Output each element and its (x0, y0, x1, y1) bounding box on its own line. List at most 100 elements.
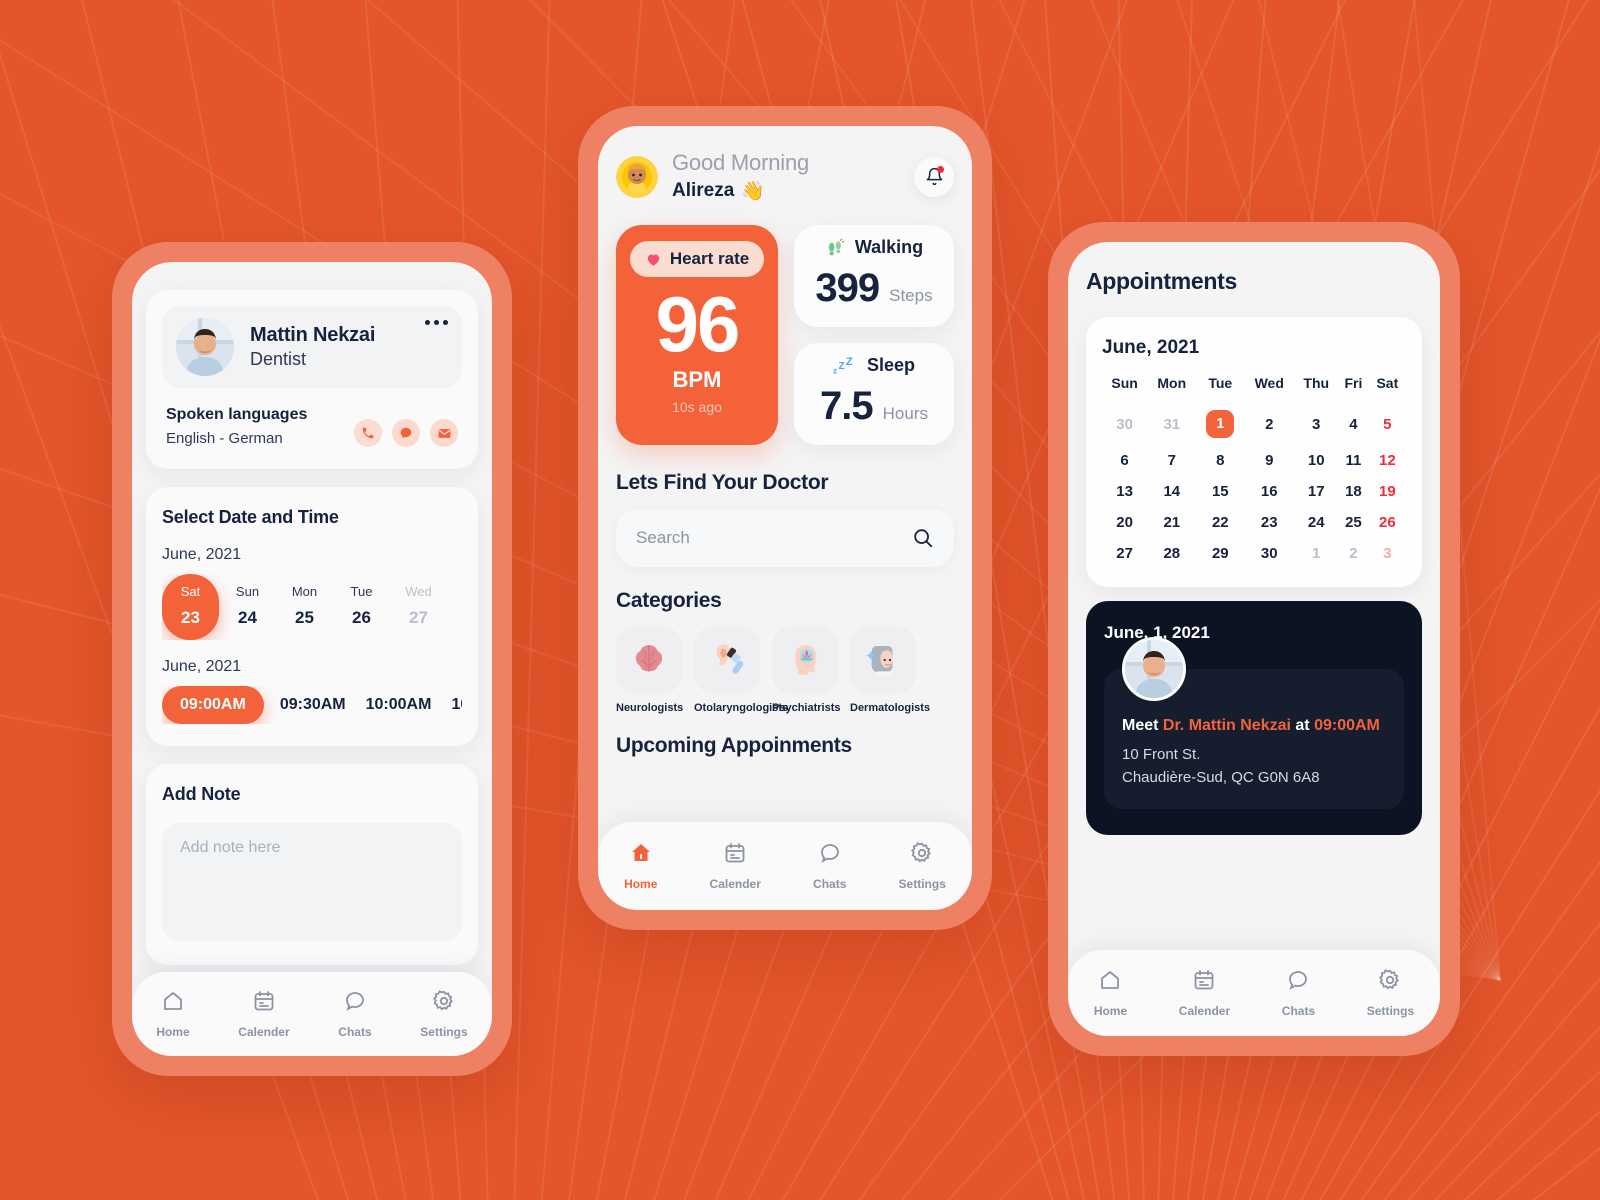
categories-list: Neurologists Otolaryngologists Psychiatris… (616, 627, 954, 714)
sleep-value: 7.5 (820, 384, 874, 428)
nav-item-chats[interactable]: Chats (1282, 968, 1315, 1018)
calendar-day-7[interactable]: 7 (1147, 445, 1196, 476)
category-otolaryngologists[interactable]: Otolaryngologists (694, 627, 788, 714)
spoken-languages-label: Spoken languages (166, 406, 308, 423)
calendar-day-4[interactable]: 4 (1338, 403, 1369, 445)
time-slot-09:00AM[interactable]: 09:00AM (162, 686, 264, 724)
day-option-23[interactable]: Sat 23 (162, 574, 219, 640)
otoscope-ear-icon (694, 627, 760, 693)
time-slot-10:00AM[interactable]: 10:00AM (362, 686, 436, 724)
walking-unit: Steps (889, 286, 933, 305)
calendar-day-3[interactable]: 3 (1369, 538, 1406, 569)
nav-item-calender[interactable]: Calender (710, 841, 761, 891)
calendar-month-label: June, 2021 (1102, 337, 1200, 358)
appointment-detail-card[interactable]: June, 1, 2021 Meet Dr. Mattin Nekzai at … (1086, 601, 1422, 835)
calendar-day-21[interactable]: 21 (1147, 507, 1196, 538)
calendar-day-26[interactable]: 26 (1369, 507, 1406, 538)
calendar-day-28[interactable]: 28 (1147, 538, 1196, 569)
category-label: Psychiatrists (772, 702, 841, 714)
day-option-25[interactable]: Mon 25 (276, 574, 333, 640)
time-month-label: June, 2021 (162, 658, 242, 675)
category-neurologists[interactable]: Neurologists (616, 627, 683, 714)
nav-item-home[interactable]: Home (156, 989, 190, 1039)
home-icon (629, 841, 653, 870)
calendar-day-1[interactable]: 1 (1294, 538, 1338, 569)
sleep-card[interactable]: z Z Z Sleep 7.5 Hours (794, 343, 954, 445)
notification-bell-button[interactable] (914, 156, 954, 197)
page-title: Appointments (1086, 268, 1237, 294)
category-dermatologists[interactable]: Dermatologists (850, 627, 930, 714)
nav-item-calender[interactable]: Calender (238, 989, 290, 1039)
nav-label: Calender (709, 877, 761, 891)
day-option-27[interactable]: Wed 27 (390, 574, 447, 640)
nav-item-settings[interactable]: Settings (420, 989, 468, 1039)
home-icon (161, 989, 185, 1018)
calendar-day-2[interactable]: 2 (1244, 403, 1294, 445)
nav-item-calender[interactable]: Calender (1179, 968, 1230, 1018)
nav-item-settings[interactable]: Settings (1367, 968, 1414, 1018)
heart-rate-card[interactable]: Heart rate 96 BPM 10s ago (616, 225, 778, 445)
calendar-day-20[interactable]: 20 (1102, 507, 1147, 538)
call-button[interactable] (354, 419, 382, 447)
svg-text:z: z (833, 365, 837, 375)
calendar-day-17[interactable]: 17 (1294, 476, 1338, 507)
user-avatar[interactable] (616, 155, 658, 198)
calendar-day-2[interactable]: 2 (1338, 538, 1369, 569)
nav-item-chats[interactable]: Chats (338, 989, 372, 1039)
calendar-day-14[interactable]: 14 (1147, 476, 1196, 507)
day-option-28[interactable]: Thu 28 (447, 574, 462, 640)
calendar-day-13[interactable]: 13 (1102, 476, 1147, 507)
calendar-day-5[interactable]: 5 (1369, 403, 1406, 445)
calendar-day-1[interactable]: 1 (1196, 403, 1244, 445)
nav-item-home[interactable]: Home (1094, 968, 1127, 1018)
doctor-role: Dentist (250, 349, 307, 369)
calendar-day-16[interactable]: 16 (1244, 476, 1294, 507)
more-horizontal-icon[interactable] (425, 320, 448, 325)
calendar-day-27[interactable]: 27 (1102, 538, 1147, 569)
calendar-day-15[interactable]: 15 (1196, 476, 1244, 507)
heart-rate-updated: 10s ago (672, 399, 722, 416)
calendar-day-29[interactable]: 29 (1196, 538, 1244, 569)
search-bar[interactable]: Search (616, 509, 954, 567)
brain-icon (616, 627, 682, 693)
calendar-day-10[interactable]: 10 (1294, 445, 1338, 476)
calendar-day-31[interactable]: 31 (1147, 403, 1196, 445)
weekday-sun: Sun (1111, 375, 1138, 391)
calendar-day-8[interactable]: 8 (1196, 445, 1244, 476)
calendar-day-23[interactable]: 23 (1244, 507, 1294, 538)
heart-rate-unit: BPM (672, 367, 722, 393)
doctor-name: Mattin Nekzai (250, 324, 376, 346)
calendar-day-30[interactable]: 30 (1102, 403, 1147, 445)
note-input[interactable]: Add note here (162, 823, 462, 941)
calendar-day-24[interactable]: 24 (1294, 507, 1338, 538)
nav-label: Settings (420, 1025, 468, 1039)
calendar-day-18[interactable]: 18 (1338, 476, 1369, 507)
nav-item-home[interactable]: Home (624, 841, 657, 891)
calendar-day-30[interactable]: 30 (1244, 538, 1294, 569)
category-psychiatrists[interactable]: Psychiatrists (772, 627, 841, 714)
nav-label: Chats (1281, 1004, 1316, 1018)
doctor-avatar (1122, 637, 1186, 701)
head-lotus-icon (772, 627, 838, 693)
email-button[interactable] (430, 419, 458, 447)
calendar-day-19[interactable]: 19 (1369, 476, 1406, 507)
search-input[interactable]: Search (636, 528, 912, 548)
day-option-24[interactable]: Sun 24 (219, 574, 276, 640)
message-button[interactable] (392, 419, 420, 447)
day-option-26[interactable]: Tue 26 (333, 574, 390, 640)
nav-item-settings[interactable]: Settings (899, 841, 946, 891)
calendar-day-22[interactable]: 22 (1196, 507, 1244, 538)
calendar-day-25[interactable]: 25 (1338, 507, 1369, 538)
calendar-day-12[interactable]: 12 (1369, 445, 1406, 476)
user-name: Alireza (672, 180, 735, 201)
calendar-day-3[interactable]: 3 (1294, 403, 1338, 445)
calendar-day-11[interactable]: 11 (1338, 445, 1369, 476)
calendar-day-9[interactable]: 9 (1244, 445, 1294, 476)
walking-card[interactable]: Walking 399 Steps (794, 225, 954, 327)
doctor-header[interactable]: Mattin Nekzai Dentist (162, 306, 462, 388)
nav-item-chats[interactable]: Chats (813, 841, 846, 891)
time-slot-10:30[interactable]: 10:30 (447, 686, 462, 724)
address-line-1: 10 Front St. (1122, 746, 1201, 763)
time-slot-09:30AM[interactable]: 09:30AM (276, 686, 350, 724)
calendar-day-6[interactable]: 6 (1102, 445, 1147, 476)
